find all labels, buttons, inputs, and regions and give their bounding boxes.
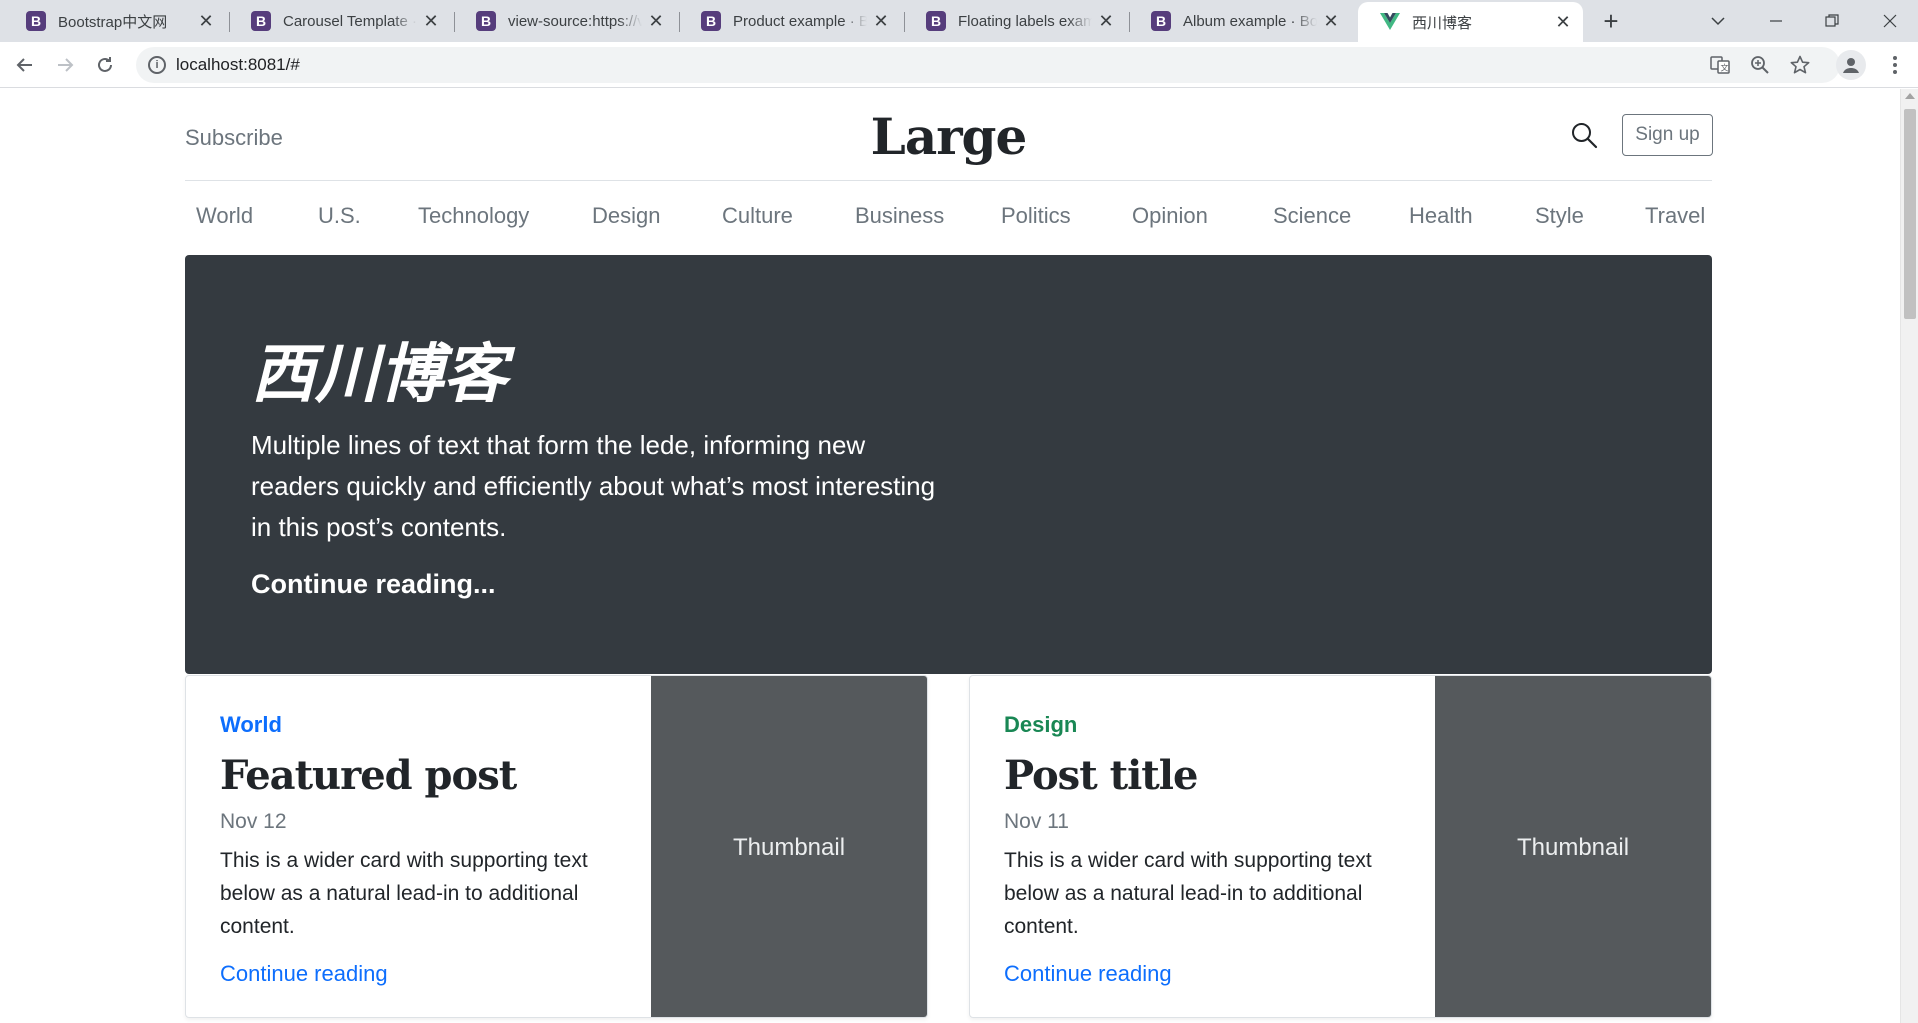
browser-tab-active[interactable]: 西川博客 ✕ — [1358, 2, 1583, 42]
page-viewport: Subscribe Large Sign up World U.S. Techn… — [0, 89, 1900, 1023]
nav-item-technology[interactable]: Technology — [418, 203, 529, 229]
close-tab-icon[interactable]: ✕ — [648, 11, 664, 32]
browser-menu-icon[interactable] — [1880, 50, 1910, 80]
card-date: Nov 11 — [1004, 810, 1069, 833]
close-tab-icon[interactable]: ✕ — [1323, 11, 1339, 32]
close-tab-icon[interactable]: ✕ — [1098, 11, 1114, 32]
site-info-icon[interactable]: i — [148, 56, 166, 74]
page-scrollbar[interactable] — [1900, 89, 1918, 1023]
tab-title: Carousel Template · Bootstrap — [283, 12, 417, 30]
nav-item-opinion[interactable]: Opinion — [1132, 203, 1208, 229]
tab-title: view-source:https://v5.bootcss.com — [508, 12, 642, 30]
card-text: This is a wider card with supporting tex… — [1004, 849, 1372, 938]
restore-icon[interactable] — [1804, 0, 1860, 42]
bootstrap-favicon-icon: B — [926, 11, 946, 31]
card-thumbnail: Thumbnail — [651, 676, 927, 1017]
nav-item-science[interactable]: Science — [1273, 203, 1351, 229]
browser-tab[interactable]: B Floating labels example ✕ — [904, 0, 1126, 42]
browser-tab[interactable]: B Bootstrap中文网 ✕ — [4, 0, 226, 42]
bootstrap-favicon-icon: B — [701, 11, 721, 31]
tab-title: Floating labels example — [958, 12, 1092, 30]
browser-tab[interactable]: B Carousel Template · Bootstrap ✕ — [229, 0, 451, 42]
featured-jumbotron: 西川博客 Multiple lines of text that form th… — [185, 255, 1712, 674]
nav-item-world[interactable]: World — [196, 203, 253, 229]
category-nav: World U.S. Technology Design Culture Bus… — [185, 181, 1712, 251]
close-tab-icon[interactable]: ✕ — [198, 11, 214, 32]
new-tab-icon[interactable]: + — [1596, 6, 1626, 36]
bootstrap-favicon-icon: B — [1151, 11, 1171, 31]
nav-item-politics[interactable]: Politics — [1001, 203, 1071, 229]
browser-tab[interactable]: B Product example · Bootstrap ✕ — [679, 0, 901, 42]
search-icon[interactable] — [1570, 121, 1598, 149]
vue-logo-icon — [1380, 12, 1400, 32]
scroll-up-arrow-icon[interactable] — [1905, 93, 1915, 99]
svg-text:文: 文 — [1721, 63, 1729, 73]
card-continue-link[interactable]: Continue reading — [1004, 961, 1172, 987]
card-title: Featured post — [220, 752, 517, 799]
nav-item-travel[interactable]: Travel — [1645, 203, 1705, 229]
address-toolbar: i localhost:8081/# 文 — [0, 42, 1918, 88]
sign-up-button[interactable]: Sign up — [1622, 114, 1713, 156]
close-tab-icon[interactable]: ✕ — [423, 11, 439, 32]
tab-search-icon[interactable] — [1690, 0, 1746, 42]
reload-icon[interactable] — [90, 50, 120, 80]
card-text: This is a wider card with supporting tex… — [220, 849, 588, 938]
nav-item-culture[interactable]: Culture — [722, 203, 793, 229]
browser-tab-strip: B Bootstrap中文网 ✕ B Carousel Template · B… — [0, 0, 1918, 42]
card-date: Nov 12 — [220, 810, 287, 833]
tab-title: Album example · Bootstrap — [1183, 12, 1317, 30]
card-continue-link[interactable]: Continue reading — [220, 961, 388, 987]
forward-arrow-icon[interactable] — [50, 50, 80, 80]
scrollbar-thumb[interactable] — [1904, 109, 1916, 319]
card-thumbnail: Thumbnail — [1435, 676, 1711, 1017]
url-text[interactable]: localhost:8081/# — [176, 55, 300, 75]
bookmark-star-icon[interactable] — [1788, 53, 1812, 77]
nav-item-health[interactable]: Health — [1409, 203, 1473, 229]
blog-header: Subscribe Large Sign up — [185, 89, 1713, 181]
nav-item-style[interactable]: Style — [1535, 203, 1584, 229]
nav-item-design[interactable]: Design — [592, 203, 660, 229]
card-category: Design — [1004, 712, 1078, 737]
zoom-icon[interactable] — [1748, 53, 1772, 77]
card-category: World — [220, 712, 282, 737]
post-card: Design Post title Nov 11 This is a wider… — [969, 675, 1712, 1018]
bootstrap-favicon-icon: B — [476, 11, 496, 31]
blog-logo[interactable]: Large — [185, 107, 1712, 166]
tab-title: Product example · Bootstrap — [733, 12, 867, 30]
close-window-icon[interactable] — [1862, 0, 1918, 42]
thumbnail-label: Thumbnail — [732, 833, 846, 861]
card-title: Post title — [1004, 752, 1198, 799]
profile-avatar-icon[interactable] — [1836, 50, 1866, 80]
minimize-icon[interactable] — [1748, 0, 1804, 42]
bootstrap-favicon-icon: B — [26, 11, 46, 31]
back-arrow-icon[interactable] — [10, 50, 40, 80]
thumbnail-label: Thumbnail — [1516, 833, 1630, 861]
tab-title: Bootstrap中文网 — [58, 13, 168, 31]
post-card: World Featured post Nov 12 This is a wid… — [185, 675, 928, 1018]
close-tab-icon[interactable]: ✕ — [1555, 12, 1571, 33]
continue-reading-link[interactable]: Continue reading... — [251, 569, 496, 600]
address-bar[interactable]: i localhost:8081/# 文 — [136, 47, 1840, 83]
page-container: Subscribe Large Sign up World U.S. Techn… — [185, 89, 1713, 1018]
translate-icon[interactable]: 文 — [1708, 53, 1732, 77]
bootstrap-favicon-icon: B — [251, 11, 271, 31]
tab-title: 西川博客 — [1412, 14, 1473, 32]
nav-item-us[interactable]: U.S. — [318, 203, 361, 229]
nav-item-business[interactable]: Business — [855, 203, 944, 229]
close-tab-icon[interactable]: ✕ — [873, 11, 889, 32]
browser-tab[interactable]: B view-source:https://v5.bootcss.com ✕ — [454, 0, 676, 42]
jumbotron-lede: Multiple lines of text that form the led… — [251, 430, 936, 542]
browser-tab[interactable]: B Album example · Bootstrap ✕ — [1129, 0, 1351, 42]
jumbotron-title: 西川博客 — [251, 337, 507, 412]
